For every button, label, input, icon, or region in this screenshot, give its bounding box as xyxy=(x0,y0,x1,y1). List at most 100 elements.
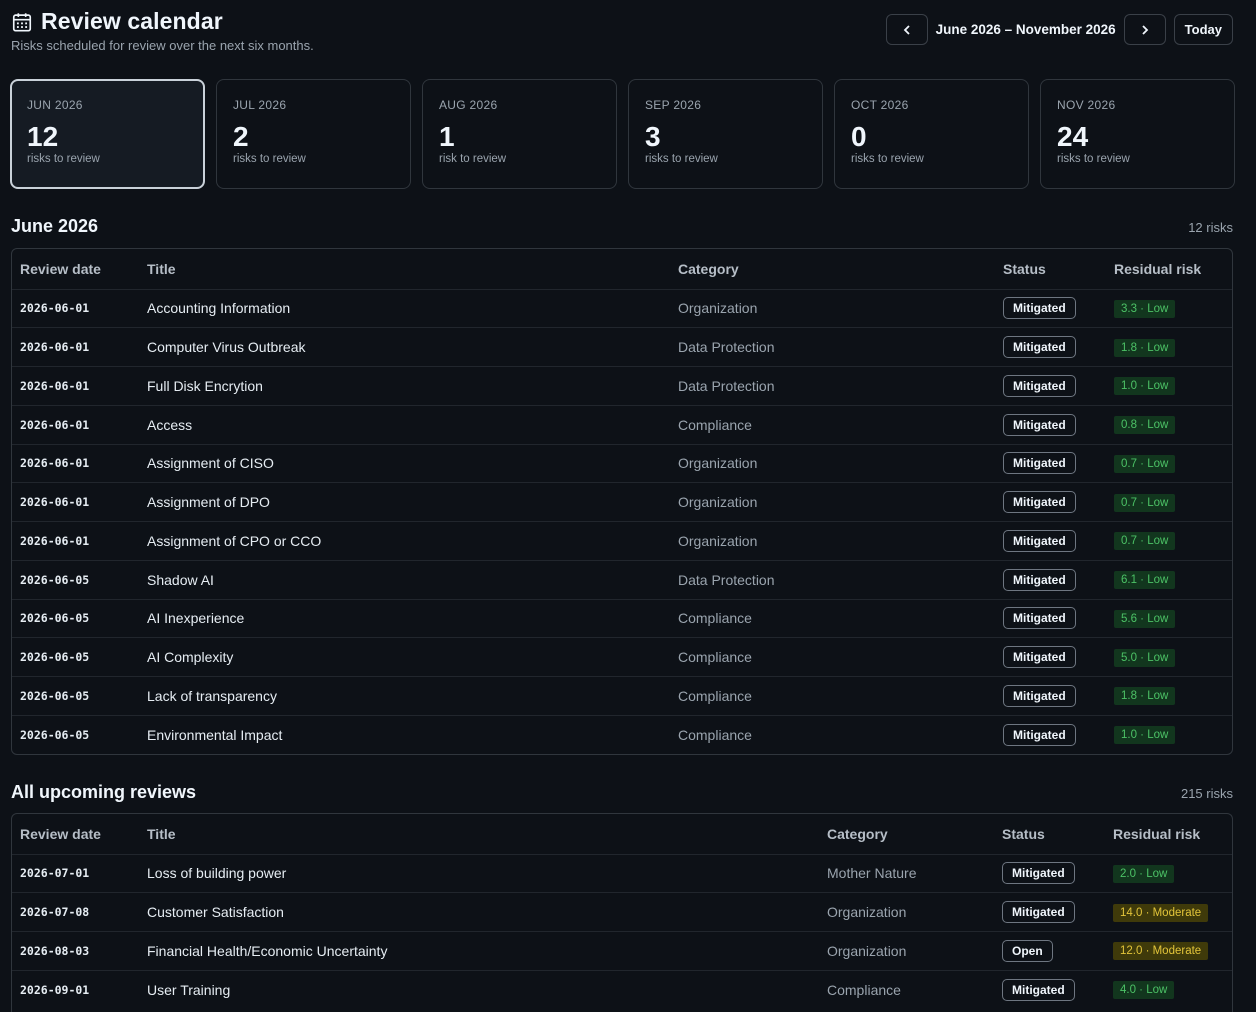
column-header[interactable]: Status xyxy=(995,249,1106,289)
month-card-oct[interactable]: OCT 2026 0 risks to review xyxy=(834,79,1029,189)
chevron-right-icon xyxy=(1142,24,1148,35)
status-badge: Mitigated xyxy=(1003,529,1076,552)
residual-risk-cell: 3.3 · Low xyxy=(1106,288,1232,328)
table-row[interactable]: 2026-09-01 User Training Compliance Mitigat… xyxy=(12,969,1232,1009)
review-date: 2026-09-01 xyxy=(12,969,139,1009)
status-badge: Open xyxy=(1002,939,1053,962)
residual-risk-badge: 1.0 · Low xyxy=(1114,377,1176,396)
column-header[interactable]: Review date xyxy=(12,814,139,854)
column-header[interactable]: Category xyxy=(670,249,995,289)
residual-risk-cell: 5.6 · Low xyxy=(1106,598,1232,638)
table-row[interactable]: 2026-06-05 Lack of transparency Compliance… xyxy=(12,676,1232,716)
previous-range-button[interactable] xyxy=(885,14,928,45)
month-label: OCT 2026 xyxy=(851,98,909,112)
month-card-jul[interactable]: JUL 2026 2 risks to review xyxy=(216,79,411,189)
date-range-nav: June 2026 – November 2026 Today xyxy=(885,14,1233,45)
residual-risk-badge: 5.6 · Low xyxy=(1114,609,1176,628)
table-row[interactable]: 2026-06-05 Environmental Impact Compliance… xyxy=(12,714,1232,754)
risk-category: Compliance xyxy=(670,676,995,716)
residual-risk-badge: 14.0 · Moderate xyxy=(1113,903,1209,922)
table-row[interactable]: 2026-06-05 Shadow AI Data Protection Mitiga… xyxy=(12,559,1232,599)
risk-title[interactable]: Lack of transparency xyxy=(139,676,670,716)
status-cell: Mitigated xyxy=(995,637,1106,677)
risk-title[interactable]: AI Complexity xyxy=(139,637,670,677)
risk-category: Organization xyxy=(670,288,995,328)
residual-risk-badge: 12.0 · Moderate xyxy=(1113,942,1209,961)
table-row[interactable]: 2026-06-01 Assignment of CISO Organization… xyxy=(12,443,1232,483)
section-title: All upcoming reviews xyxy=(11,782,197,802)
status-badge: Mitigated xyxy=(1003,568,1076,591)
residual-risk-cell: 0.7 · Low xyxy=(1106,521,1232,561)
section-title: June 2026 xyxy=(11,216,99,236)
status-badge: Mitigated xyxy=(1003,684,1076,707)
chevron-left-icon xyxy=(903,24,910,35)
risk-title[interactable]: Assignment of CISO xyxy=(139,443,670,483)
status-cell: Mitigated xyxy=(995,404,1106,444)
status-cell: Mitigated xyxy=(994,892,1105,932)
column-header[interactable]: Title xyxy=(139,249,670,289)
review-date: 2026-06-05 xyxy=(12,714,139,754)
month-card-jun[interactable]: JUN 2026 12 risks to review xyxy=(10,79,205,189)
table-row[interactable]: 2026-06-05 AI Inexperience Compliance Mitig… xyxy=(12,598,1232,638)
risk-category: Organization xyxy=(670,521,995,561)
table-row[interactable]: 2026-06-05 AI Complexity Compliance Mitigat… xyxy=(12,637,1232,677)
column-header[interactable]: Title xyxy=(139,814,819,854)
risk-category: Data Protection xyxy=(670,559,995,599)
risk-title[interactable]: Financial Health/Economic Uncertainty xyxy=(139,931,819,971)
month-label: AUG 2026 xyxy=(439,98,498,112)
risk-title[interactable]: Loss of building power xyxy=(139,853,819,893)
table-row[interactable]: 2026-07-01 Loss of building power Mother N… xyxy=(12,853,1232,893)
risk-category: Organization xyxy=(670,482,995,522)
table-row[interactable]: 2026-08-03 Financial Health/Economic Unce… xyxy=(12,931,1232,971)
residual-risk-cell: 1.8 · Low xyxy=(1106,676,1232,716)
month-count: 0 xyxy=(851,121,867,152)
residual-risk-badge: 5.0 · Low xyxy=(1114,648,1176,667)
review-date: 2026-06-05 xyxy=(12,559,139,599)
table-row[interactable]: 2026-06-01 Assignment of CPO or CCO Organi… xyxy=(12,521,1232,561)
status-cell: Mitigated xyxy=(995,598,1106,638)
column-header[interactable]: Residual risk xyxy=(1106,249,1232,289)
june-table: Review date Title Category Status Residu… xyxy=(11,248,1233,755)
next-range-button[interactable] xyxy=(1123,14,1166,45)
calendar-icon xyxy=(12,12,32,32)
risk-title[interactable]: Shadow AI xyxy=(139,559,670,599)
month-card-aug[interactable]: AUG 2026 1 risk to review xyxy=(422,79,617,189)
risk-category: Mother Nature xyxy=(819,853,994,893)
risk-title[interactable]: Access xyxy=(139,404,670,444)
risk-category: Data Protection xyxy=(670,327,995,367)
residual-risk-cell: 2.0 · Low xyxy=(1105,853,1232,893)
review-date: 2026-06-01 xyxy=(12,404,139,444)
risk-title[interactable]: Computer Virus Outbreak xyxy=(139,327,670,367)
table-row[interactable]: 2026-06-01 Access Compliance Mitigated 0.8 ·… xyxy=(12,404,1232,444)
month-count: 24 xyxy=(1057,121,1089,152)
month-card-sep[interactable]: SEP 2026 3 risks to review xyxy=(628,79,823,189)
risk-category: Compliance xyxy=(819,969,994,1009)
table-row[interactable]: 2026-06-01 Full Disk Encrytion Data Protec… xyxy=(12,366,1232,406)
residual-risk-badge: 0.7 · Low xyxy=(1114,454,1176,473)
column-header[interactable]: Category xyxy=(819,814,994,854)
risk-title[interactable]: AI Inexperience xyxy=(139,598,670,638)
status-badge: Mitigated xyxy=(1002,862,1075,885)
table-row[interactable]: 2026-06-01 Computer Virus Outbreak Data Pr… xyxy=(12,327,1232,367)
risk-title[interactable]: Assignment of CPO or CCO xyxy=(139,521,670,561)
column-header[interactable]: Residual risk xyxy=(1105,814,1232,854)
risk-title[interactable]: Accounting Information xyxy=(139,288,670,328)
column-header[interactable]: Review date xyxy=(12,249,139,289)
status-cell: Mitigated xyxy=(995,714,1106,754)
table-row[interactable]: 2026-07-08 Customer Satisfaction Organizat… xyxy=(12,892,1232,932)
status-badge: Mitigated xyxy=(1003,374,1076,397)
section-count: 12 risks xyxy=(1188,220,1233,235)
today-button[interactable]: Today xyxy=(1173,14,1233,45)
risk-title[interactable]: User Training xyxy=(139,969,819,1009)
risk-title[interactable]: Full Disk Encrytion xyxy=(139,366,670,406)
table-row[interactable]: 2026-06-01 Assignment of DPO Organization M… xyxy=(12,482,1232,522)
month-sublabel: risk to review xyxy=(439,153,507,165)
risk-title[interactable]: Customer Satisfaction xyxy=(139,892,819,932)
residual-risk-badge: 1.8 · Low xyxy=(1114,338,1176,357)
table-row[interactable]: 2026-06-01 Accounting Information Organiza… xyxy=(12,288,1232,328)
column-header[interactable]: Status xyxy=(994,814,1105,854)
review-date: 2026-06-01 xyxy=(12,366,139,406)
risk-title[interactable]: Assignment of DPO xyxy=(139,482,670,522)
month-card-nov[interactable]: NOV 2026 24 risks to review xyxy=(1040,79,1235,189)
risk-title[interactable]: Environmental Impact xyxy=(139,714,670,754)
